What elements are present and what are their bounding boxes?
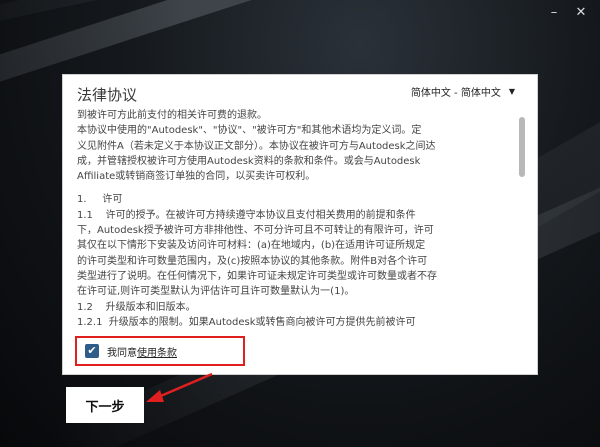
- agree-terms-highlight: ✔ 我同意 使用条款: [75, 336, 245, 366]
- license-line: 其仅在以下情形下安装及访问许可材料：(a)在地域内，(b)在适用许可证所规定: [77, 240, 426, 252]
- next-button[interactable]: 下一步: [66, 387, 144, 423]
- license-line: 在许可证,则许可类型默认为评估许可且许可数量默认为一(1)。: [77, 286, 355, 298]
- chevron-down-icon: ▼: [508, 87, 515, 96]
- license-line: 的许可类型和许可数量范围内，及(c)按照本协议的其他条款。附件B对各个许可: [77, 255, 428, 267]
- language-select-value: 简体中文 - 简体中文: [410, 88, 501, 99]
- license-line: 成，并管辖授权被许可方使用Autodesk资料的条款和条件。或会与Autodes…: [77, 155, 421, 167]
- scrollbar-thumb[interactable]: [519, 117, 525, 177]
- license-line: 类型进行了说明。在任何情况下，如果许可证未规定许可类型或许可数量或者不存: [77, 270, 437, 282]
- license-line: Affiliate或转销商签订单独的合同，以买卖许可权利。: [77, 171, 316, 183]
- license-line: 义见附件A（若未定义于本协议正文部分）。本协议在被许可方与Autodesk之间达: [77, 140, 436, 152]
- license-line: 1. 许可: [77, 194, 123, 206]
- license-text: 到被许可方此前支付的相关许可费的退款。本协议中使用的"Autodesk"、"协议…: [77, 108, 521, 338]
- license-dialog: 法律协议 简体中文 - 简体中文 ▼ 到被许可方此前支付的相关许可费的退款。本协…: [62, 74, 538, 375]
- language-select[interactable]: 简体中文 - 简体中文 ▼: [411, 84, 515, 99]
- minimize-button[interactable]: –: [547, 6, 561, 20]
- red-arrow-annotation: [146, 372, 213, 402]
- license-line: 1.2 升级版本和旧版本。: [77, 301, 196, 313]
- terms-of-use-link[interactable]: 使用条款: [137, 344, 177, 359]
- agree-label: 我同意: [107, 347, 137, 359]
- license-line: 下，Autodesk授予被许可方非排他性、不可分许可且不可转让的有限许可，许可: [77, 225, 434, 237]
- license-line: [77, 184, 521, 192]
- license-line: 本协议中使用的"Autodesk"、"协议"、"被许可方"和其他术语均为定义词。…: [77, 125, 422, 137]
- agree-checkbox[interactable]: ✔: [85, 344, 99, 358]
- license-scrollbar[interactable]: [519, 111, 525, 335]
- close-button[interactable]: ✕: [574, 6, 588, 20]
- dialog-title: 法律协议: [77, 86, 138, 104]
- license-line: 1.2.1 升级版本的限制。如果Autodesk或转售商向被许可方提供先前被许可: [77, 316, 416, 328]
- license-line: 到被许可方此前支付的相关许可费的退款。: [77, 110, 267, 121]
- license-line: 1.1 许可的授予。在被许可方持续遵守本协议且支付相关费用的前提和条件: [77, 209, 416, 221]
